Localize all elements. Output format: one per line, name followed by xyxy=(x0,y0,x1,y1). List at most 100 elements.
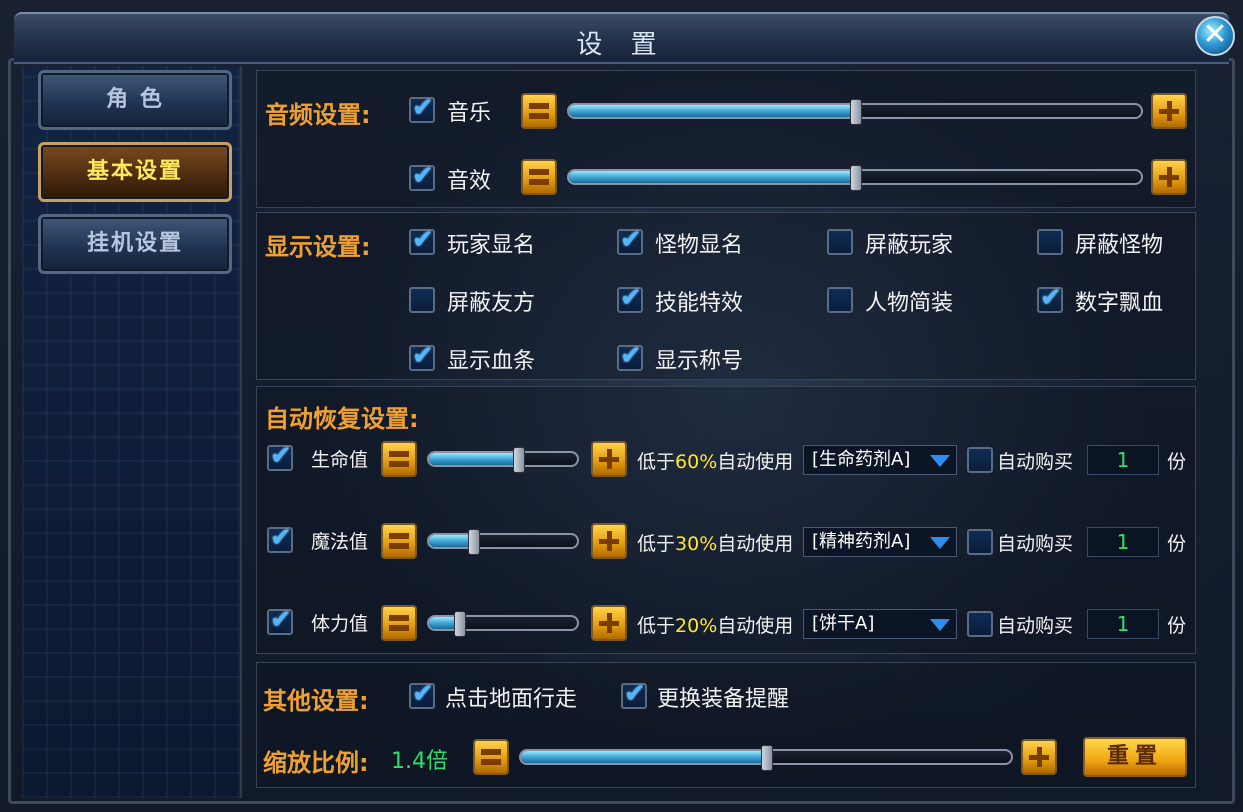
music-label: 音乐 xyxy=(447,101,492,126)
zoom-knob[interactable] xyxy=(761,745,773,771)
music-volume-knob[interactable] xyxy=(850,99,862,125)
hp-threshold-text: 低于60%自动使用 xyxy=(637,447,793,474)
auto-recovery-section: 自动恢复设置: 生命值低于60%自动使用[生命药剂A]自动购买1份魔法值低于30… xyxy=(256,386,1196,654)
stamina-checkbox[interactable] xyxy=(267,605,293,635)
mp-autobuy-label: 自动购买 xyxy=(997,533,1074,555)
music-checkbox[interactable] xyxy=(409,93,435,123)
auto-use-text: 自动使用 xyxy=(717,615,794,637)
damage-numbers-checkbox[interactable] xyxy=(1037,283,1063,313)
zoom-slider[interactable] xyxy=(519,745,1013,771)
sfx-volume-fill xyxy=(569,171,855,183)
chevron-down-icon xyxy=(930,619,950,631)
stamina-label: 体力值 xyxy=(311,613,369,635)
stamina-autobuy-checkbox[interactable] xyxy=(967,611,993,637)
music-volume-fill xyxy=(569,105,855,117)
hp-threshold-fill xyxy=(429,453,518,465)
hp-increase-button[interactable] xyxy=(591,441,627,477)
auto-use-text: 自动使用 xyxy=(717,451,794,473)
sidebar-item-auto-settings[interactable]: 挂机设置 xyxy=(38,214,232,274)
music-decrease-button[interactable] xyxy=(521,93,557,129)
mp-autobuy-checkbox[interactable] xyxy=(967,529,993,555)
close-icon: ✕ xyxy=(1202,17,1228,52)
sidebar: 角 色 基本设置 挂机设置 xyxy=(22,66,242,798)
hp-checkbox[interactable] xyxy=(267,441,293,471)
mp-threshold-text: 低于30%自动使用 xyxy=(637,529,793,556)
mp-threshold-fill xyxy=(429,535,474,547)
music-volume-slider[interactable] xyxy=(567,99,1143,125)
hp-quantity-field[interactable]: 1 xyxy=(1087,445,1159,475)
close-button[interactable]: ✕ xyxy=(1195,16,1235,56)
hp-threshold-slider[interactable] xyxy=(427,447,579,473)
show-title-label: 显示称号 xyxy=(655,349,744,374)
sfx-decrease-button[interactable] xyxy=(521,159,557,195)
hide-players-checkbox[interactable] xyxy=(827,229,853,255)
hide-players-label: 屏蔽玩家 xyxy=(865,233,954,258)
below-text: 低于 xyxy=(637,451,676,473)
hide-monsters-label: 屏蔽怪物 xyxy=(1075,233,1164,258)
display-section-title: 显示设置: xyxy=(265,233,371,261)
threshold-percent: 30% xyxy=(675,533,718,555)
threshold-percent: 20% xyxy=(675,615,718,637)
mp-decrease-button[interactable] xyxy=(381,523,417,559)
hide-allies-label: 屏蔽友方 xyxy=(447,291,536,316)
sfx-volume-slider[interactable] xyxy=(567,165,1143,191)
selected-item: [精神药剂A] xyxy=(812,531,911,552)
stamina-autobuy-label: 自动购买 xyxy=(997,615,1074,637)
hide-allies-checkbox[interactable] xyxy=(409,287,435,313)
sidebar-item-basic-settings[interactable]: 基本设置 xyxy=(38,142,232,202)
hp-threshold-knob[interactable] xyxy=(512,447,525,473)
sfx-checkbox[interactable] xyxy=(409,161,435,191)
mp-threshold-slider[interactable] xyxy=(427,529,579,555)
simple-character-checkbox[interactable] xyxy=(827,287,853,313)
reset-button[interactable]: 重置 xyxy=(1083,737,1187,777)
sfx-increase-button[interactable] xyxy=(1151,159,1187,195)
hide-monsters-checkbox[interactable] xyxy=(1037,229,1063,255)
hp-decrease-button[interactable] xyxy=(381,441,417,477)
chevron-down-icon xyxy=(930,455,950,467)
click-ground-walk-label: 点击地面行走 xyxy=(445,687,578,712)
click-ground-walk-checkbox[interactable] xyxy=(409,679,435,709)
hp-autobuy-label: 自动购买 xyxy=(997,451,1074,473)
zoom-value: 1.4倍 xyxy=(391,749,448,774)
hp-autobuy-checkbox[interactable] xyxy=(967,447,993,473)
stamina-threshold-knob[interactable] xyxy=(453,611,466,637)
mp-item-dropdown[interactable]: [精神药剂A] xyxy=(803,527,957,557)
skill-effects-label: 技能特效 xyxy=(655,291,744,316)
below-text: 低于 xyxy=(637,533,676,555)
mp-quantity-field[interactable]: 1 xyxy=(1087,527,1159,557)
show-player-name-checkbox[interactable] xyxy=(409,225,435,255)
stamina-quantity-field[interactable]: 1 xyxy=(1087,609,1159,639)
music-increase-button[interactable] xyxy=(1151,93,1187,129)
mp-increase-button[interactable] xyxy=(591,523,627,559)
auto-use-text: 自动使用 xyxy=(717,533,794,555)
stamina-threshold-slider[interactable] xyxy=(427,611,579,637)
sfx-volume-knob[interactable] xyxy=(850,165,862,191)
zoom-increase-button[interactable] xyxy=(1021,739,1057,775)
zoom-decrease-button[interactable] xyxy=(473,739,509,775)
show-player-name-label: 玩家显名 xyxy=(447,233,536,258)
sidebar-item-character[interactable]: 角 色 xyxy=(38,70,232,130)
auto-recovery-section-title: 自动恢复设置: xyxy=(265,405,419,433)
selected-item: [饼干A] xyxy=(812,613,875,634)
audio-section: 音频设置: 音乐 音效 xyxy=(256,70,1196,208)
stamina-decrease-button[interactable] xyxy=(381,605,417,641)
stamina-threshold-text: 低于20%自动使用 xyxy=(637,611,793,638)
mp-label: 魔法值 xyxy=(311,531,369,553)
show-title-checkbox[interactable] xyxy=(617,341,643,371)
other-section: 其他设置: 点击地面行走 更换装备提醒 缩放比例: 1.4倍 重置 xyxy=(256,662,1196,788)
show-hp-bar-checkbox[interactable] xyxy=(409,341,435,371)
stamina-item-dropdown[interactable]: [饼干A] xyxy=(803,609,957,639)
hp-unit-label: 份 xyxy=(1167,451,1187,473)
mp-checkbox[interactable] xyxy=(267,523,293,553)
chevron-down-icon xyxy=(930,537,950,549)
show-monster-name-checkbox[interactable] xyxy=(617,225,643,255)
hp-item-dropdown[interactable]: [生命药剂A] xyxy=(803,445,957,475)
mp-threshold-knob[interactable] xyxy=(468,529,481,555)
equip-change-alert-checkbox[interactable] xyxy=(621,679,647,709)
selected-item: [生命药剂A] xyxy=(812,449,911,470)
window-title: 设 置 xyxy=(576,30,667,60)
skill-effects-checkbox[interactable] xyxy=(617,283,643,313)
zoom-label: 缩放比例: xyxy=(263,749,369,777)
stamina-increase-button[interactable] xyxy=(591,605,627,641)
equip-change-alert-label: 更换装备提醒 xyxy=(657,687,790,712)
